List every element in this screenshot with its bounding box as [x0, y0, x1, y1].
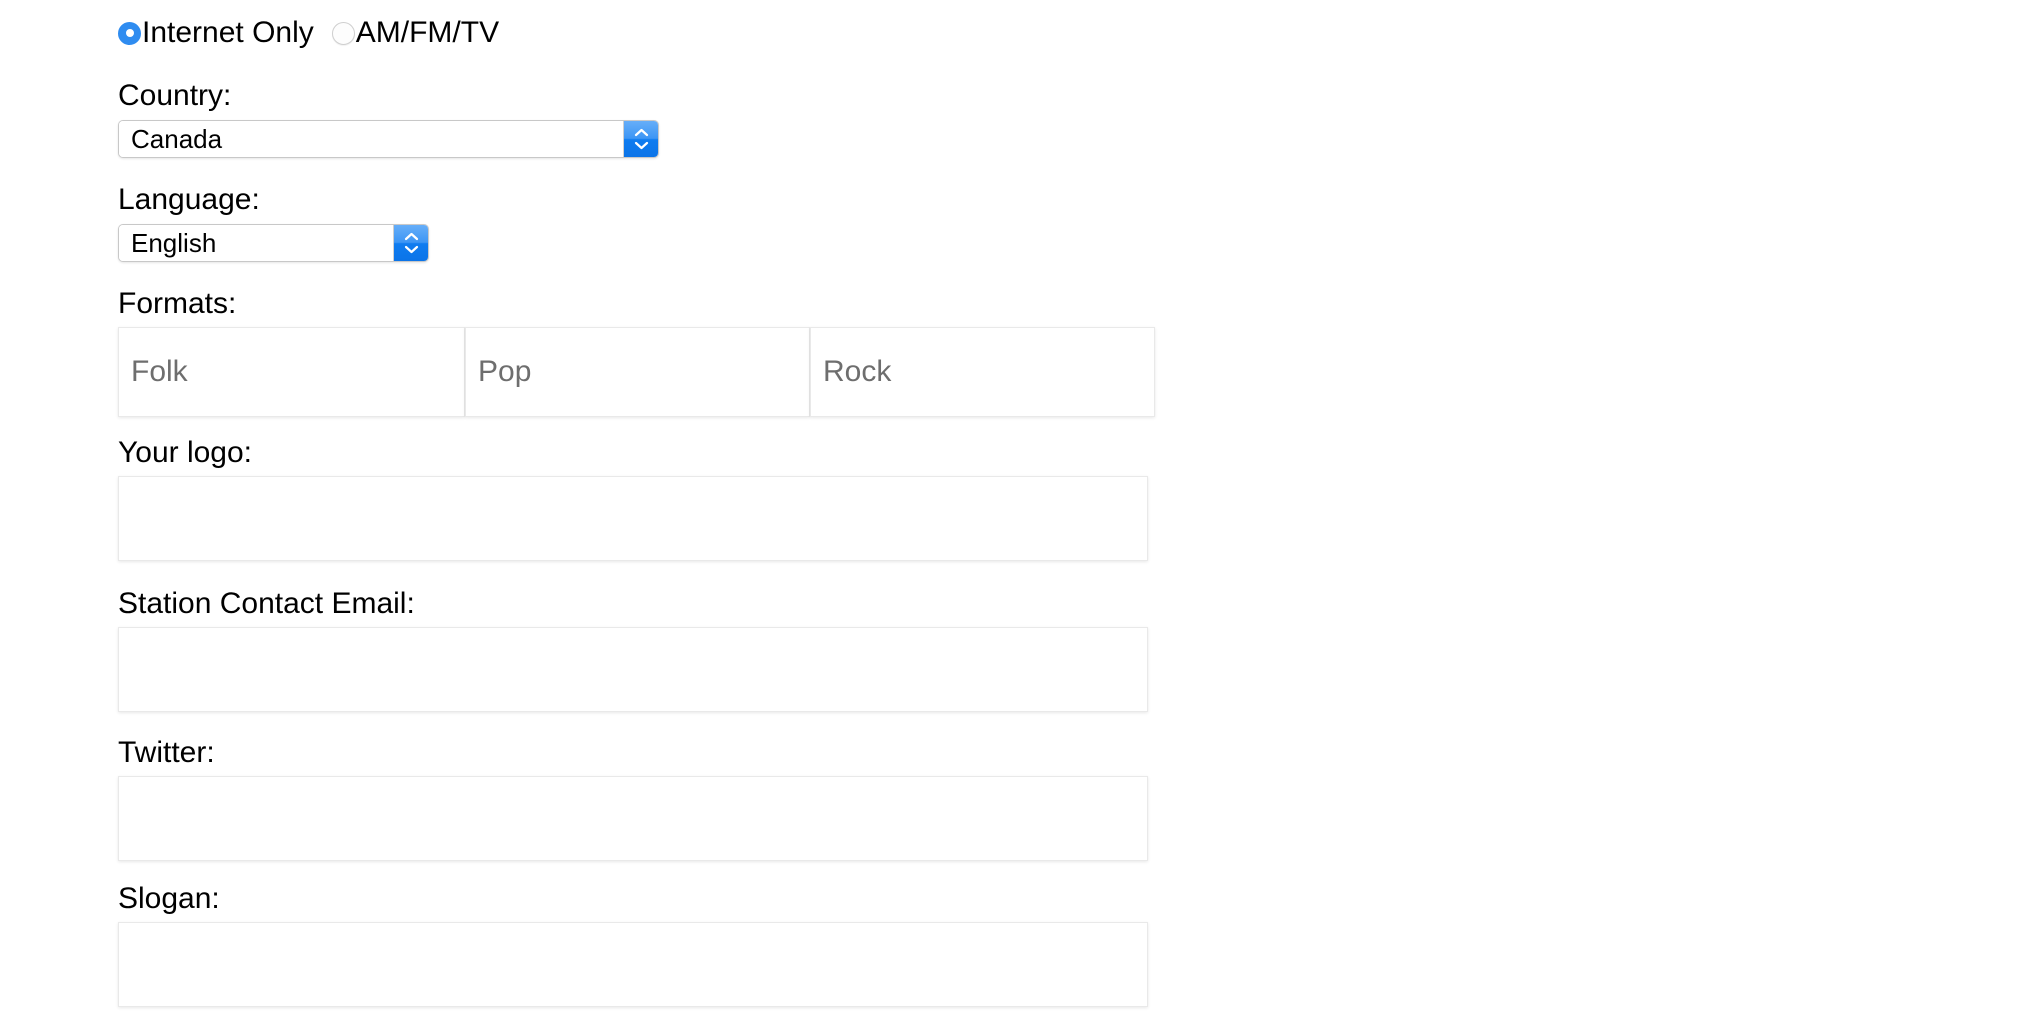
- country-select[interactable]: Canada: [118, 120, 659, 158]
- language-label: Language:: [118, 183, 260, 216]
- language-select-stepper[interactable]: [393, 225, 428, 261]
- chevron-up-icon: [404, 232, 419, 241]
- format-2-input[interactable]: Pop: [465, 327, 810, 417]
- slogan-input[interactable]: [118, 922, 1148, 1007]
- format-1-placeholder: Folk: [131, 355, 188, 388]
- format-3-placeholder: Rock: [823, 355, 892, 388]
- country-select-stepper[interactable]: [623, 121, 658, 157]
- radio-am-fm-tv-icon[interactable]: [331, 21, 355, 45]
- radio-option-internet-only[interactable]: Internet Only: [118, 18, 314, 48]
- chevron-down-icon: [634, 141, 649, 150]
- logo-input[interactable]: [118, 476, 1148, 561]
- twitter-label: Twitter:: [118, 736, 215, 769]
- chevron-up-icon: [634, 128, 649, 137]
- language-select[interactable]: English: [118, 224, 429, 262]
- format-2-placeholder: Pop: [478, 355, 532, 388]
- station-profile-form: Internet Only AM/FM/TV Country: Canada L…: [0, 0, 2030, 1023]
- radio-option-am-fm-tv[interactable]: AM/FM/TV: [331, 16, 500, 49]
- contact-email-label: Station Contact Email:: [118, 587, 415, 620]
- radio-am-fm-tv-label: AM/FM/TV: [355, 16, 500, 49]
- language-select-value: English: [119, 225, 393, 261]
- country-label: Country:: [118, 79, 232, 112]
- contact-email-input[interactable]: [118, 627, 1148, 712]
- radio-internet-only-label: Internet Only: [142, 16, 314, 49]
- slogan-label: Slogan:: [118, 882, 220, 915]
- country-select-value: Canada: [119, 121, 623, 157]
- radio-internet-only-icon[interactable]: [118, 21, 141, 45]
- chevron-down-icon: [404, 245, 419, 254]
- logo-label: Your logo:: [118, 436, 253, 469]
- format-3-input[interactable]: Rock: [810, 327, 1155, 417]
- formats-label: Formats:: [118, 287, 237, 320]
- format-1-input[interactable]: Folk: [118, 327, 465, 417]
- twitter-input[interactable]: [118, 776, 1148, 861]
- station-type-radio-group: Internet Only AM/FM/TV: [118, 16, 499, 50]
